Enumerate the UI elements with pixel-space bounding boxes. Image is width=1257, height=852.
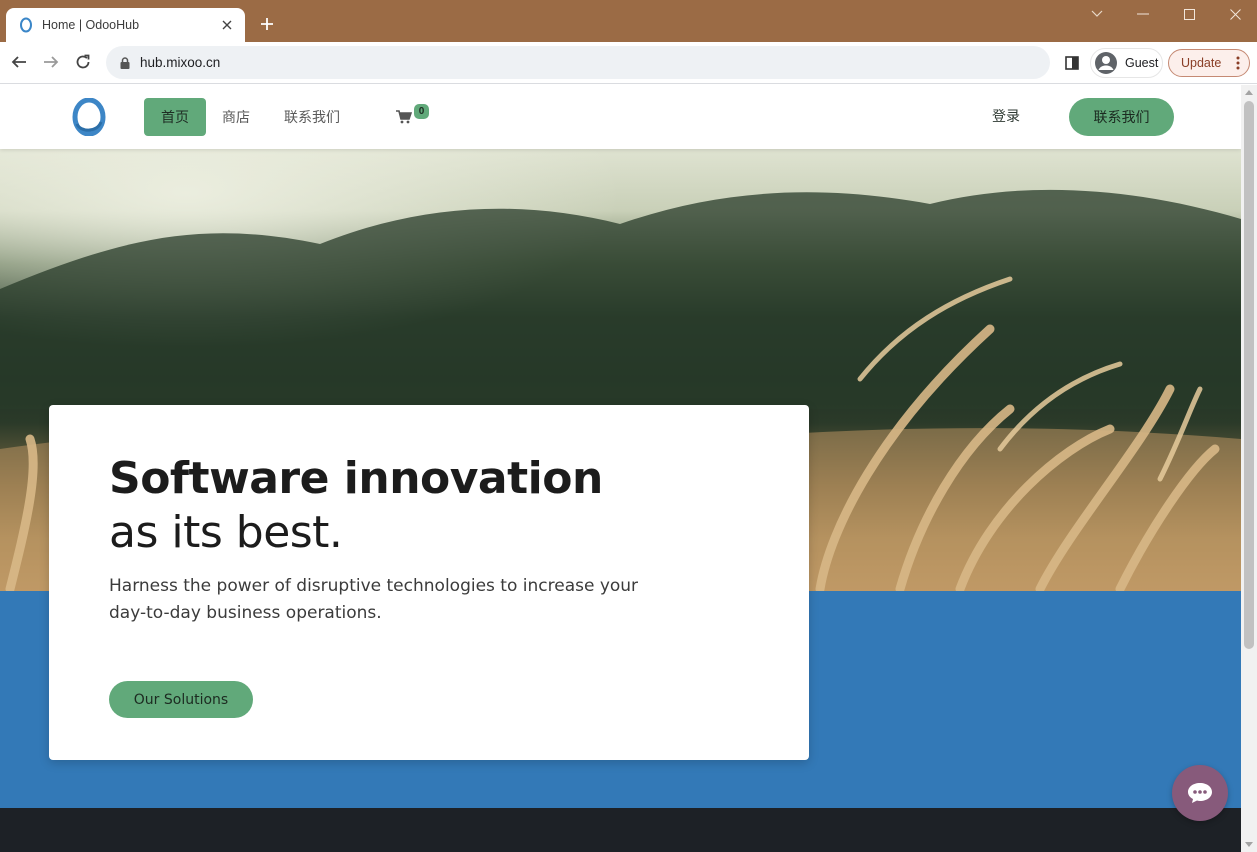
our-solutions-button[interactable]: Our Solutions	[109, 681, 253, 718]
site-header: 首页 商店 联系我们 0 登录 联系我们	[0, 85, 1241, 149]
menu-item-label: 首页	[161, 110, 189, 126]
cart-count-badge: 0	[414, 104, 429, 119]
new-tab-icon[interactable]	[256, 13, 278, 35]
page-viewport: 首页 商店 联系我们 0 登录 联系我们 Software innovation…	[0, 85, 1241, 852]
side-panel-icon[interactable]	[1062, 53, 1082, 73]
maximize-icon[interactable]	[1179, 4, 1199, 24]
hero-description: Harness the power of disruptive technolo…	[109, 576, 639, 623]
kebab-menu-icon	[1236, 56, 1240, 70]
scroll-up-icon[interactable]	[1245, 90, 1253, 95]
live-chat-button[interactable]	[1172, 765, 1228, 821]
chat-bubble-icon	[1188, 783, 1212, 803]
guest-avatar-icon	[1095, 52, 1117, 74]
address-bar[interactable]: hub.mixoo.cn	[106, 46, 1050, 79]
scrollbar-thumb[interactable]	[1244, 101, 1254, 649]
url-text: hub.mixoo.cn	[140, 55, 221, 70]
shopping-cart-icon	[396, 110, 412, 124]
odoohub-logo-icon[interactable]	[70, 98, 108, 136]
dark-section	[0, 808, 1241, 852]
menu-item-home[interactable]: 首页	[144, 98, 206, 136]
menu-item-label: 商店	[222, 110, 250, 126]
tab-close-icon[interactable]	[219, 17, 235, 33]
odoo-favicon-icon	[20, 17, 32, 33]
contact-us-button[interactable]: 联系我们	[1069, 98, 1174, 136]
browser-tab[interactable]: Home | OdooHub	[6, 8, 245, 42]
our-solutions-label: Our Solutions	[133, 691, 229, 708]
forward-arrow-icon[interactable]	[40, 51, 62, 73]
hero-card: Software innovation as its best. Harness…	[49, 405, 809, 760]
menu-item-shop[interactable]: 商店	[206, 98, 266, 136]
tab-search-chevron-icon[interactable]	[1087, 4, 1107, 24]
browser-toolbar: hub.mixoo.cn Guest Update	[0, 42, 1257, 84]
update-button[interactable]: Update	[1168, 49, 1250, 77]
page-scrollbar[interactable]	[1241, 85, 1257, 852]
scroll-down-icon[interactable]	[1245, 842, 1253, 847]
minimize-icon[interactable]	[1133, 4, 1153, 24]
back-arrow-icon[interactable]	[8, 51, 30, 73]
menu-item-contact[interactable]: 联系我们	[268, 98, 356, 136]
cart-link[interactable]: 0	[396, 104, 432, 128]
profile-button[interactable]: Guest	[1090, 48, 1163, 78]
login-link[interactable]: 登录	[992, 106, 1020, 126]
close-window-icon[interactable]	[1225, 4, 1245, 24]
lock-icon	[120, 56, 130, 69]
contact-us-label: 联系我们	[1093, 110, 1150, 126]
hero-title: Software innovation	[109, 453, 603, 504]
hero-subtitle: as its best.	[109, 507, 343, 558]
browser-titlebar: Home | OdooHub	[0, 0, 1257, 42]
update-label: Update	[1181, 56, 1222, 70]
menu-item-label: 联系我们	[284, 110, 340, 126]
tab-title: Home | OdooHub	[42, 18, 140, 32]
profile-label: Guest	[1125, 56, 1159, 70]
reload-icon[interactable]	[72, 51, 94, 73]
